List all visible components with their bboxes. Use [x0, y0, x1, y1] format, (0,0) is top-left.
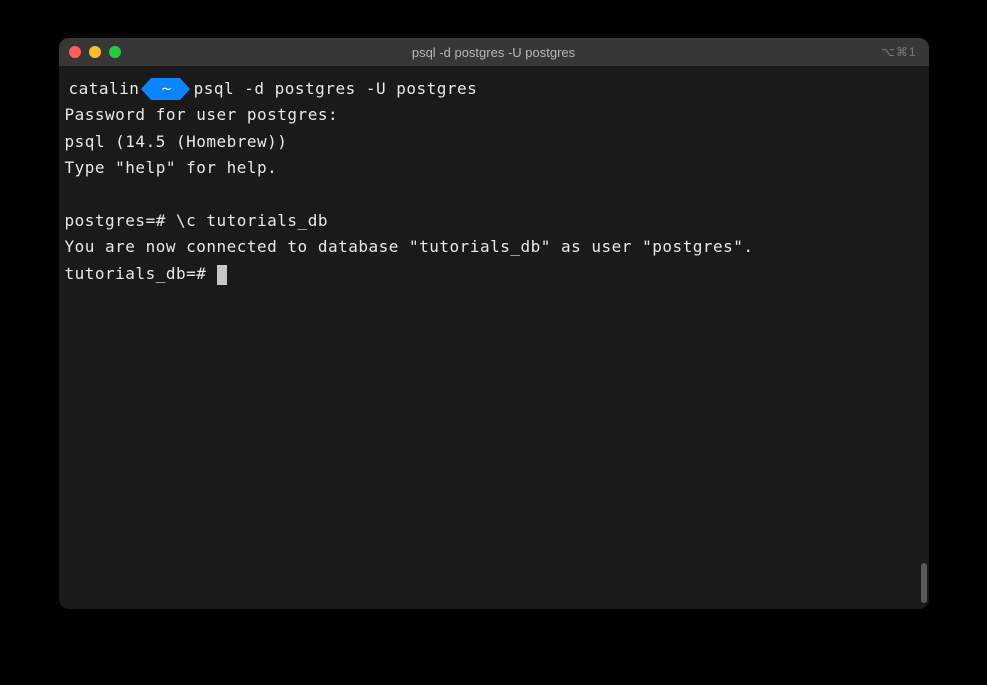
prompt-path: ~	[151, 78, 179, 100]
window-title: psql -d postgres -U postgres	[59, 45, 929, 60]
titlebar[interactable]: psql -d postgres -U postgres ⌥⌘1	[59, 38, 929, 66]
output-version: psql (14.5 (Homebrew))	[65, 129, 923, 155]
maximize-button[interactable]	[109, 46, 121, 58]
prompt-user: catalin	[65, 76, 142, 102]
output-help: Type "help" for help.	[65, 155, 923, 181]
cursor-icon	[217, 265, 227, 285]
blank-line	[65, 182, 923, 208]
shortcut-indicator: ⌥⌘1	[881, 45, 917, 59]
psql-current-prompt: tutorials_db=#	[65, 261, 923, 287]
terminal-body[interactable]: catalin ~ psql -d postgres -U postgres P…	[59, 66, 929, 609]
output-connected: You are now connected to database "tutor…	[65, 234, 923, 260]
psql-prompt-text: tutorials_db=#	[65, 264, 217, 283]
psql-connect-command: postgres=# \c tutorials_db	[65, 208, 923, 234]
minimize-button[interactable]	[89, 46, 101, 58]
output-password-prompt: Password for user postgres:	[65, 102, 923, 128]
command-text: psql -d postgres -U postgres	[194, 76, 478, 102]
close-button[interactable]	[69, 46, 81, 58]
scrollbar-thumb[interactable]	[921, 563, 927, 603]
traffic-lights	[59, 46, 121, 58]
shell-prompt-line: catalin ~ psql -d postgres -U postgres	[65, 76, 923, 102]
terminal-window: psql -d postgres -U postgres ⌥⌘1 catalin…	[59, 38, 929, 609]
